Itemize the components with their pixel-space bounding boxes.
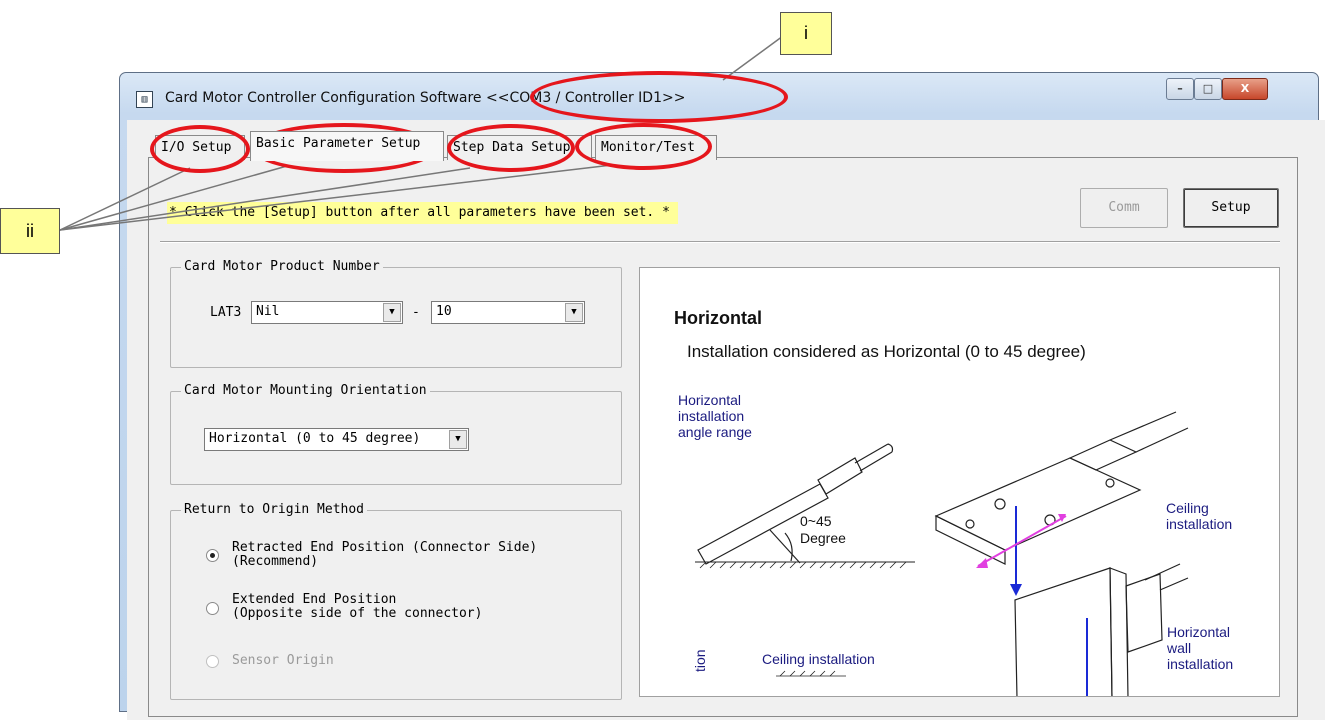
annotation-ellipse-io-setup [150,125,250,173]
annotation-ellipse-title [530,71,788,123]
annotation-callout-ii: ii [0,208,60,254]
tab-basic-parameter-setup[interactable]: Basic Parameter Setup [250,131,444,161]
annotation-ellipse-monitor-test [575,123,712,170]
annotation-ellipse-step-data [447,124,575,172]
annotation-callout-i: i [780,12,832,55]
